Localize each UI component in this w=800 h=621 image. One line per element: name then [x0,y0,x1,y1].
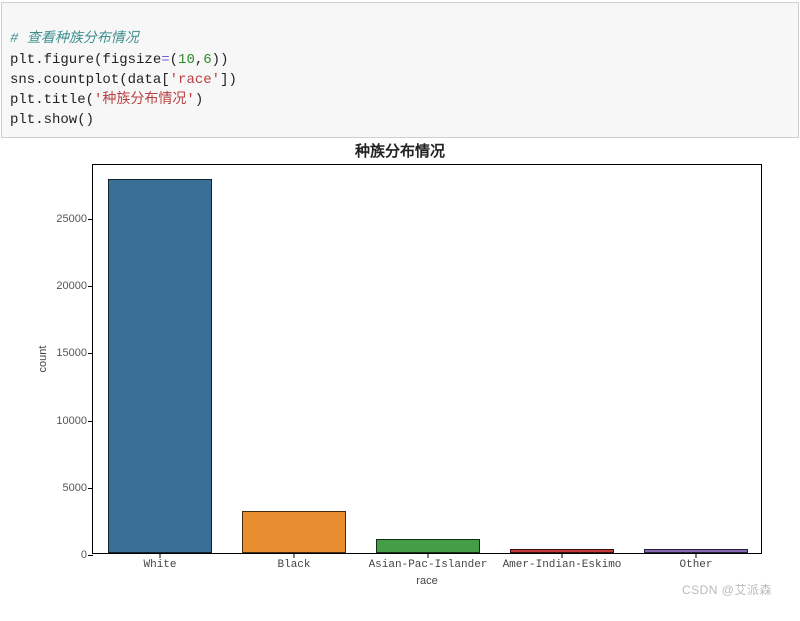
code-token: plt.title( [10,92,94,108]
code-token: ) [195,92,203,108]
code-token: '种族分布情况' [94,92,195,108]
ytick-mark [88,421,93,422]
ytick-label: 0 [27,549,87,561]
code-token: 'race' [170,72,220,88]
xtick-label: Amer-Indian-Eskimo [503,553,622,571]
chart-title: 种族分布情况 [20,140,780,161]
ytick-label: 10000 [27,415,87,427]
code-token: plt.figure(figsize [10,52,161,68]
chart-figure: 种族分布情况 count race 0500010000150002000025… [20,132,780,602]
ytick-mark [88,488,93,489]
code-token: 10 [178,52,195,68]
ytick-label: 25000 [27,213,87,225]
code-token: ( [170,52,178,68]
ytick-mark [88,555,93,556]
code-token: plt.show() [10,112,94,128]
ytick-mark [88,353,93,354]
code-cell: # 查看种族分布情况 plt.figure(figsize=(10,6)) sn… [1,2,799,138]
xtick-label: Other [679,553,712,571]
code-token: = [161,52,169,68]
ytick-label: 15000 [27,347,87,359]
chart-bar [242,511,347,553]
ytick-label: 20000 [27,280,87,292]
ytick-label: 5000 [27,482,87,494]
code-token: , [195,52,203,68]
chart-bar [376,539,481,553]
code-token: ]) [220,72,237,88]
ytick-mark [88,286,93,287]
code-token: )) [212,52,229,68]
chart-bar [108,179,213,553]
ytick-mark [88,219,93,220]
code-token: 6 [203,52,211,68]
watermark: CSDN @艾派森 [682,581,772,598]
chart-axes: count race 0500010000150002000025000Whit… [92,164,762,554]
code-token: sns.countplot(data[ [10,72,170,88]
xtick-label: Asian-Pac-Islander [369,553,488,571]
xtick-label: White [143,553,176,571]
code-comment: # 查看种族分布情况 [10,31,139,47]
xtick-label: Black [277,553,310,571]
